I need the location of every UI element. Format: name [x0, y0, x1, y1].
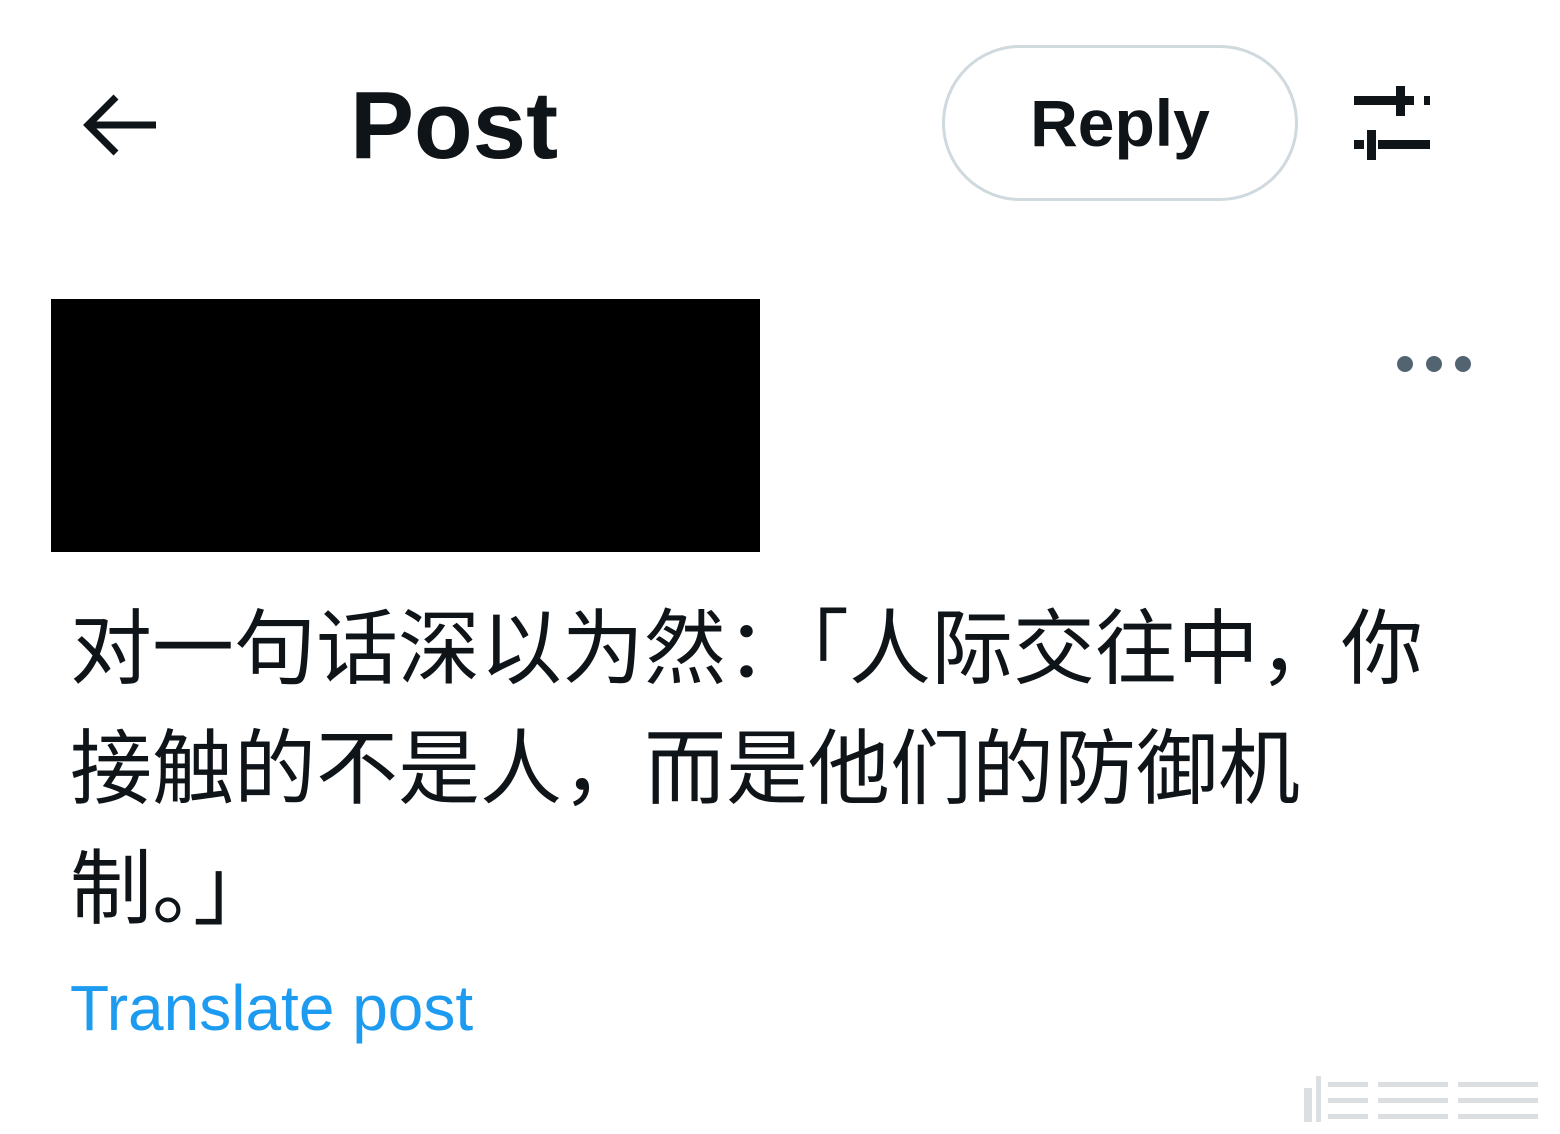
- more-button[interactable]: [1392, 344, 1476, 384]
- back-button[interactable]: [76, 80, 166, 170]
- translate-post-link[interactable]: Translate post: [70, 968, 473, 1048]
- page-title: Post: [350, 72, 559, 179]
- watermark-logo: [1298, 1068, 1548, 1124]
- sliders-icon: [1354, 86, 1430, 160]
- author-redaction: [51, 299, 760, 552]
- reply-button-label: Reply: [1030, 86, 1210, 160]
- post-text: 对一句话深以为然：「人际交往中，你接触的不是人，而是他们的防御机制。」: [70, 602, 1424, 937]
- arrow-left-icon: [83, 94, 156, 156]
- settings-button[interactable]: [1346, 82, 1436, 166]
- post-header: Post Reply: [0, 0, 1560, 250]
- more-horizontal-icon: [1397, 356, 1471, 372]
- reply-button[interactable]: Reply: [942, 45, 1298, 201]
